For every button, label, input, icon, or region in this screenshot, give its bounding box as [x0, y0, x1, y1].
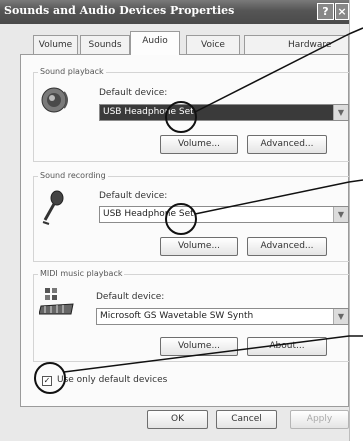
group-title: Sound recording: [38, 171, 108, 180]
recording-device-dropdown[interactable]: USB Headphone Set ▼: [99, 206, 349, 223]
callout-line: [348, 179, 363, 183]
chevron-down-icon[interactable]: ▼: [333, 207, 348, 222]
recording-advanced-button[interactable]: Advanced...: [247, 237, 327, 256]
use-default-devices-checkbox[interactable]: ✓: [42, 376, 52, 386]
properties-dialog: Sounds and Audio Devices Properties ? × …: [0, 0, 350, 441]
cancel-button[interactable]: Cancel: [216, 410, 277, 429]
playback-advanced-button[interactable]: Advanced...: [247, 135, 327, 154]
midi-about-button[interactable]: About...: [247, 337, 327, 356]
playback-device-value: USB Headphone Set: [103, 107, 194, 117]
default-device-label: Default device:: [99, 191, 168, 201]
group-title: MIDI music playback: [38, 269, 125, 278]
close-button[interactable]: ×: [335, 3, 349, 20]
window-title: Sounds and Audio Devices Properties: [4, 4, 235, 17]
tab-volume[interactable]: Volume: [33, 35, 78, 54]
chevron-down-icon[interactable]: ▼: [333, 309, 348, 324]
speaker-icon: [40, 86, 70, 118]
microphone-icon: [39, 190, 69, 230]
tab-voice[interactable]: Voice: [186, 35, 240, 54]
help-button[interactable]: ?: [317, 3, 334, 20]
chevron-down-icon[interactable]: ▼: [333, 105, 348, 120]
playback-volume-button[interactable]: Volume...: [160, 135, 238, 154]
recording-volume-button[interactable]: Volume...: [160, 237, 238, 256]
default-device-label: Default device:: [96, 292, 165, 302]
tab-hardware[interactable]: Hardware: [244, 35, 349, 54]
group-title: Sound playback: [38, 67, 106, 76]
midi-device-dropdown[interactable]: Microsoft GS Wavetable SW Synth ▼: [96, 308, 349, 325]
midi-volume-button[interactable]: Volume...: [160, 337, 238, 356]
tab-sounds[interactable]: Sounds: [80, 35, 130, 54]
ok-button[interactable]: OK: [147, 410, 208, 429]
apply-button[interactable]: Apply: [290, 410, 349, 429]
tab-audio[interactable]: Audio: [130, 31, 180, 55]
title-bar[interactable]: Sounds and Audio Devices Properties ? ×: [0, 0, 349, 24]
default-device-label: Default device:: [99, 88, 168, 98]
recording-device-value: USB Headphone Set: [103, 209, 194, 219]
playback-device-dropdown[interactable]: USB Headphone Set ▼: [99, 104, 349, 121]
midi-device-value: Microsoft GS Wavetable SW Synth: [100, 311, 254, 321]
callout-line: [348, 27, 363, 35]
midi-keyboard-icon: [38, 286, 75, 320]
use-default-devices-label: Use only default devices: [57, 375, 168, 385]
